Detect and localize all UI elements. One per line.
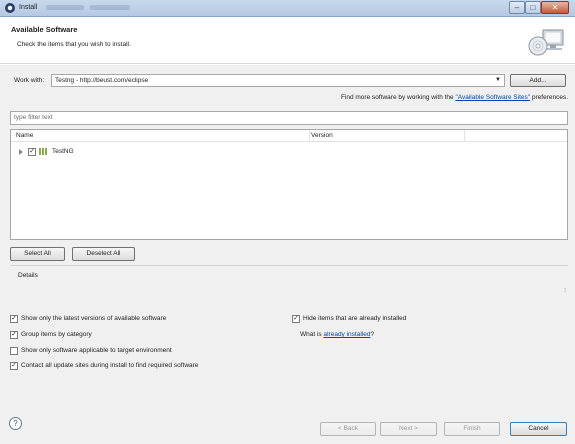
work-with-label: Work with:: [14, 77, 45, 84]
column-version[interactable]: Version: [311, 132, 333, 139]
back-button[interactable]: < Back: [320, 422, 376, 436]
select-all-button[interactable]: Select All: [10, 247, 65, 261]
hide-installed-checkbox[interactable]: ✓: [292, 315, 300, 323]
chevron-down-icon[interactable]: ▼: [495, 75, 501, 86]
window-title: Install: [19, 4, 38, 11]
details-label: Details: [18, 272, 41, 279]
latest-versions-label: Show only the latest versions of availab…: [21, 315, 167, 322]
latest-versions-checkbox[interactable]: ✓: [10, 315, 18, 323]
target-env-checkbox[interactable]: [10, 347, 18, 355]
details-group: Details ⁝: [10, 265, 568, 306]
work-with-combo[interactable]: Testng - http://beust.com/eclipse ▼: [51, 74, 505, 87]
finish-button[interactable]: Finish: [444, 422, 500, 436]
target-env-label: Show only software applicable to target …: [21, 347, 172, 354]
next-button[interactable]: Next >: [380, 422, 437, 436]
eclipse-icon: [5, 3, 15, 13]
filter-input[interactable]: type filter text: [10, 111, 568, 125]
minimize-button[interactable]: –: [509, 1, 525, 14]
hide-installed-label: Hide items that are already installed: [303, 315, 407, 322]
tree-header: Name Version: [11, 130, 567, 142]
testng-checkbox[interactable]: ✓: [28, 148, 36, 156]
find-more-suffix: preferences.: [530, 94, 568, 101]
category-icon: [39, 148, 49, 155]
what-is-installed-text: What is already installed?: [300, 331, 374, 338]
dialog-body: Work with: Testng - http://beust.com/ecl…: [0, 65, 575, 444]
column-divider[interactable]: [464, 130, 465, 142]
title-bar: Install – □ ✕: [0, 0, 575, 17]
header-subtitle: Check the items that you wish to install…: [17, 41, 131, 48]
group-by-category-label: Group items by category: [21, 331, 92, 338]
expand-arrow-icon[interactable]: [19, 149, 23, 155]
contact-sites-label: Contact all update sites during install …: [21, 362, 199, 369]
testng-label: TestNG: [52, 148, 74, 155]
blurred-title-text: [46, 5, 84, 10]
deselect-all-button[interactable]: Deselect All: [72, 247, 135, 261]
find-more-prefix: Find more software by working with the: [340, 94, 456, 101]
available-software-sites-link[interactable]: "Available Software Sites": [455, 94, 530, 101]
dialog-header: Available Software Check the items that …: [0, 18, 575, 64]
install-banner-icon: [528, 29, 564, 56]
maximize-button[interactable]: □: [525, 1, 541, 14]
header-title: Available Software: [11, 25, 78, 34]
help-icon[interactable]: ?: [9, 417, 22, 430]
group-by-category-checkbox[interactable]: ✓: [10, 331, 18, 339]
work-with-value: Testng - http://beust.com/eclipse: [55, 77, 149, 84]
find-more-text: Find more software by working with the "…: [0, 94, 568, 101]
contact-sites-checkbox[interactable]: ✓: [10, 362, 18, 370]
details-scroll-indicator: ⁝: [564, 288, 566, 294]
what-is-prefix: What is: [300, 331, 324, 338]
already-installed-link[interactable]: already installed: [323, 331, 370, 338]
blurred-title-text: [90, 5, 130, 10]
close-button[interactable]: ✕: [541, 1, 569, 14]
software-tree[interactable]: Name Version ✓ TestNG: [10, 129, 568, 240]
column-divider[interactable]: [309, 130, 310, 142]
what-is-suffix: ?: [370, 331, 375, 338]
cancel-button[interactable]: Cancel: [510, 422, 567, 436]
tree-row-testng[interactable]: ✓ TestNG: [11, 147, 567, 158]
column-name[interactable]: Name: [16, 132, 33, 139]
add-site-button[interactable]: Add...: [510, 74, 566, 87]
